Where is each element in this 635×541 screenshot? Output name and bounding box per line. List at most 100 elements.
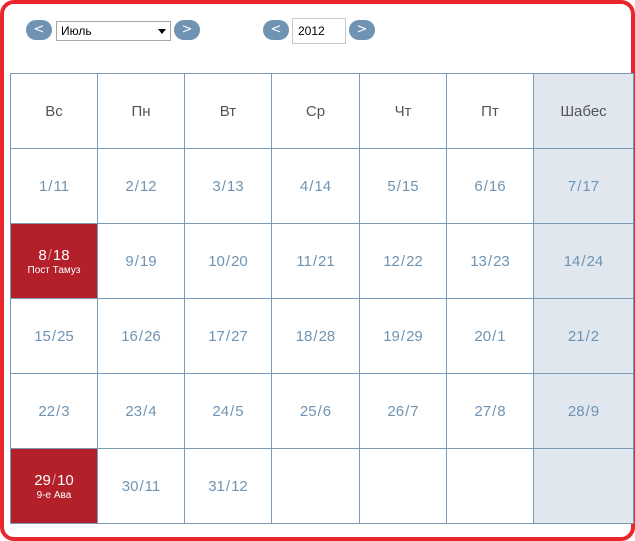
gregorian-date: 21 xyxy=(567,327,585,345)
day-cell[interactable]: 25/6 xyxy=(271,373,360,449)
gregorian-date: 25 xyxy=(299,402,317,420)
calendar-grid: Вс Пн Вт Ср Чт Пт Шабес 1/11 2/12 3/13 4/14… xyxy=(10,73,634,524)
date-separator: / xyxy=(309,177,314,195)
hebrew-date: 3 xyxy=(61,402,70,420)
gregorian-date: 5 xyxy=(387,177,396,195)
day-cell[interactable]: 11/21 xyxy=(271,223,360,299)
day-cell[interactable]: 12/22 xyxy=(359,223,447,299)
next-month-button[interactable]: > xyxy=(174,20,200,40)
gregorian-date: 16 xyxy=(121,327,138,345)
date-separator: / xyxy=(313,327,318,345)
day-cell[interactable]: 4/14 xyxy=(271,148,360,224)
hebrew-date: 19 xyxy=(139,252,157,270)
hebrew-date: 11 xyxy=(53,177,70,195)
hebrew-date: 10 xyxy=(57,471,74,489)
day-cell[interactable]: 22/3 xyxy=(10,373,98,449)
hebrew-date: 17 xyxy=(582,177,600,195)
day-cell[interactable]: 20/1 xyxy=(446,298,534,374)
hebrew-date: 8 xyxy=(497,402,506,420)
day-cell[interactable]: 18/28 xyxy=(271,298,360,374)
empty-day-cell xyxy=(359,448,447,524)
gregorian-date: 8 xyxy=(38,246,47,264)
date-separator: / xyxy=(396,177,401,195)
date-pair: 3/13 xyxy=(212,178,243,195)
week-row: 22/3 23/4 24/5 25/6 26/7 27/8 28/9 xyxy=(10,373,634,449)
day-cell[interactable]: 26/7 xyxy=(359,373,447,449)
day-cell[interactable]: 10/20 xyxy=(184,223,272,299)
date-separator: / xyxy=(312,252,318,270)
day-cell[interactable]: 31/12 xyxy=(184,448,272,524)
hebrew-date: 20 xyxy=(231,252,248,270)
gregorian-date: 9 xyxy=(125,252,134,270)
date-pair: 20/1 xyxy=(474,328,505,345)
date-separator: / xyxy=(483,177,488,195)
week-row: 8/18 Пост Тамуз 9/19 10/20 11/21 12/22 13/23 14… xyxy=(10,223,634,299)
date-pair: 16/26 xyxy=(121,328,161,345)
date-pair: 13/23 xyxy=(470,253,510,270)
prev-year-button[interactable]: < xyxy=(263,20,289,40)
hebrew-date: 15 xyxy=(401,177,419,195)
holiday-name: Пост Тамуз xyxy=(27,264,81,276)
holiday-day-cell[interactable]: 8/18 Пост Тамуз xyxy=(10,223,98,299)
gregorian-date: 2 xyxy=(125,177,134,195)
hebrew-date: 1 xyxy=(497,327,506,345)
holiday-name: 9-е Ава xyxy=(36,489,72,501)
day-cell[interactable]: 30/11 xyxy=(97,448,185,524)
date-separator: / xyxy=(51,327,57,345)
gregorian-date: 29 xyxy=(34,471,51,489)
chevron-down-icon xyxy=(158,29,166,34)
year-input[interactable]: 2012 xyxy=(292,18,346,44)
day-cell[interactable]: 9/19 xyxy=(97,223,185,299)
day-cell[interactable]: 21/2 xyxy=(533,298,634,374)
date-separator: / xyxy=(221,177,226,195)
date-separator: / xyxy=(585,327,590,345)
holiday-day-cell[interactable]: 29/10 9-е Ава xyxy=(10,448,98,524)
day-cell[interactable]: 24/5 xyxy=(184,373,272,449)
day-cell[interactable]: 1/11 xyxy=(10,148,98,224)
date-separator: / xyxy=(577,177,582,195)
month-select[interactable]: Июль xyxy=(56,21,171,41)
hebrew-date: 16 xyxy=(488,177,506,195)
date-pair: 2/12 xyxy=(125,178,156,195)
day-cell[interactable]: 2/12 xyxy=(97,148,185,224)
weekday-header-shabbat: Шабес xyxy=(533,73,634,149)
day-cell[interactable]: 23/4 xyxy=(97,373,185,449)
day-cell[interactable]: 17/27 xyxy=(184,298,272,374)
next-year-button[interactable]: > xyxy=(349,20,375,40)
day-cell[interactable]: 19/29 xyxy=(359,298,447,374)
date-separator: / xyxy=(405,402,410,420)
hebrew-date: 12 xyxy=(139,177,157,195)
date-separator: / xyxy=(230,402,235,420)
prev-month-button[interactable]: < xyxy=(26,20,52,40)
date-pair: 18/28 xyxy=(296,328,336,345)
gregorian-date: 22 xyxy=(38,402,56,420)
day-cell[interactable]: 7/17 xyxy=(533,148,634,224)
date-separator: / xyxy=(139,477,144,495)
day-cell[interactable]: 5/15 xyxy=(359,148,447,224)
hebrew-date: 12 xyxy=(231,477,248,495)
hebrew-date: 14 xyxy=(314,177,332,195)
day-cell[interactable]: 28/9 xyxy=(533,373,634,449)
gregorian-date: 18 xyxy=(295,327,313,345)
date-separator: / xyxy=(492,402,497,420)
day-cell[interactable]: 14/24 xyxy=(533,223,634,299)
day-cell[interactable]: 6/16 xyxy=(446,148,534,224)
date-pair: 24/5 xyxy=(212,403,243,420)
date-separator: / xyxy=(134,252,139,270)
day-cell[interactable]: 13/23 xyxy=(446,223,534,299)
date-pair: 8/18 xyxy=(38,247,69,264)
hebrew-date: 9 xyxy=(590,402,600,420)
day-cell[interactable]: 15/25 xyxy=(10,298,98,374)
date-pair: 28/9 xyxy=(568,403,599,420)
hebrew-date: 23 xyxy=(493,252,510,270)
day-cell[interactable]: 3/13 xyxy=(184,148,272,224)
gregorian-date: 19 xyxy=(383,327,400,345)
date-pair: 14/24 xyxy=(564,253,604,270)
weekday-header: Вс xyxy=(10,73,98,149)
date-separator: / xyxy=(134,177,139,195)
gregorian-date: 13 xyxy=(470,252,487,270)
day-cell[interactable]: 27/8 xyxy=(446,373,534,449)
empty-day-cell xyxy=(533,448,634,524)
weekday-header: Пт xyxy=(446,73,534,149)
day-cell[interactable]: 16/26 xyxy=(97,298,185,374)
